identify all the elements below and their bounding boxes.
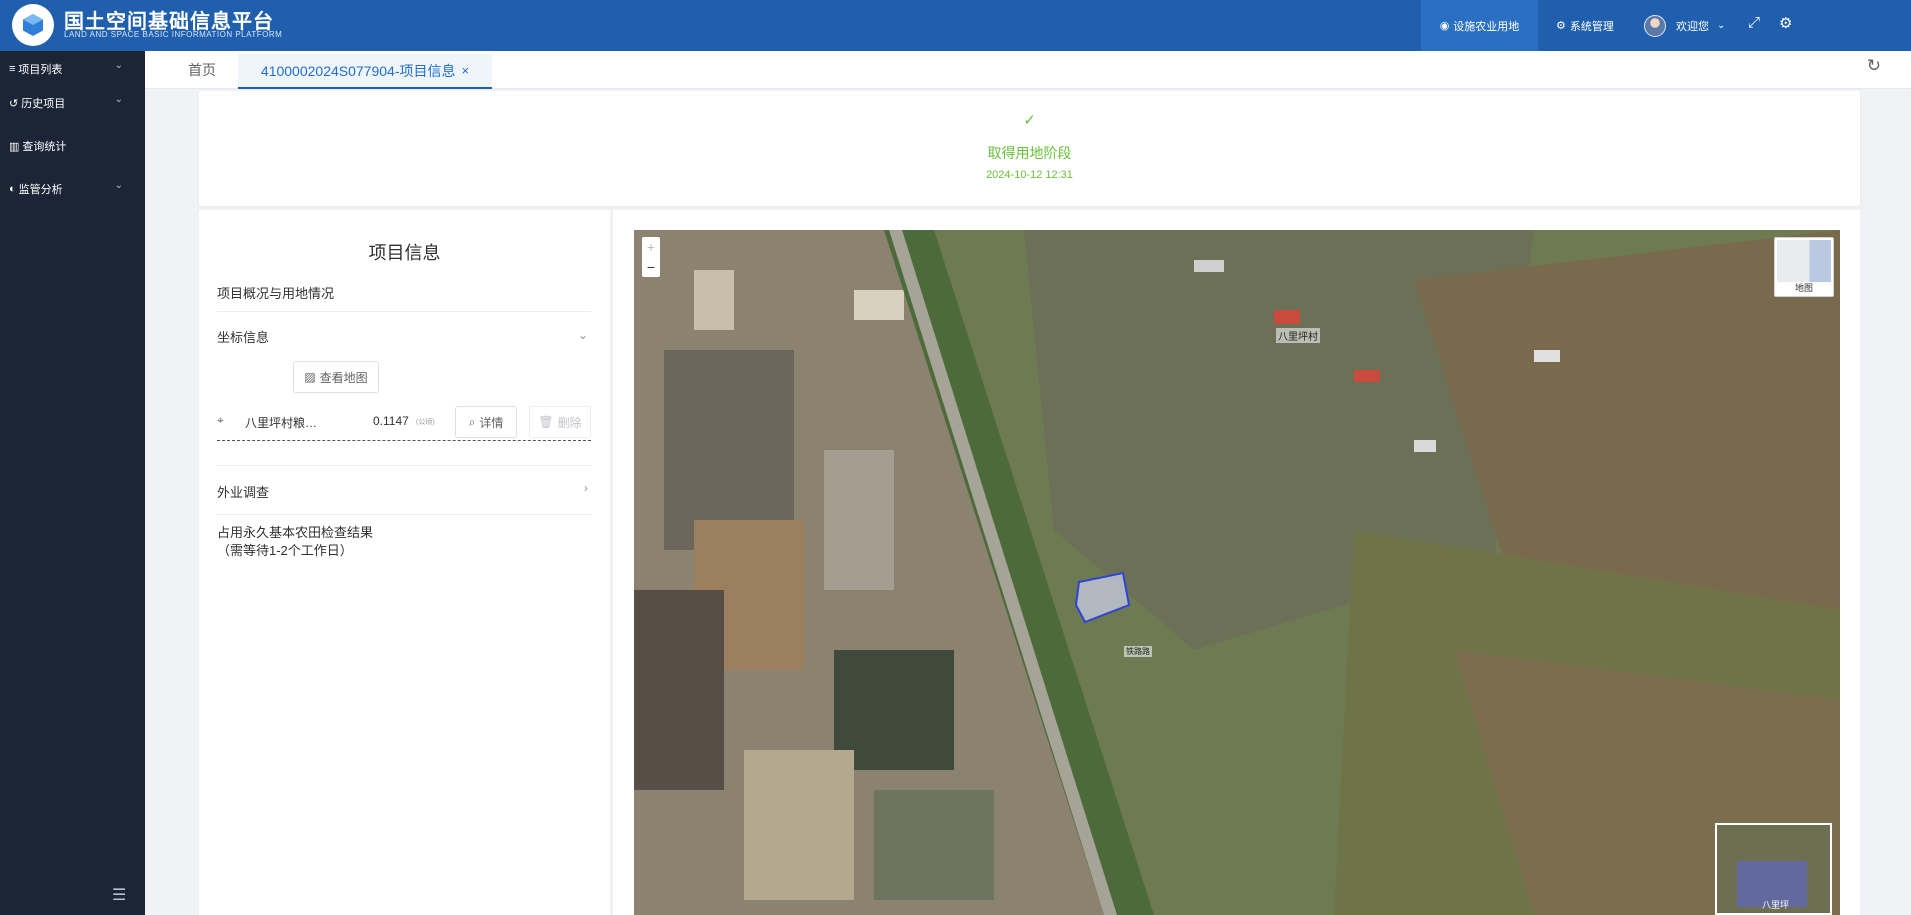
brand-subtitle: LAND AND SPACE BASIC INFORMATION PLATFOR… <box>64 30 283 39</box>
basemap-thumbnail <box>1777 240 1831 282</box>
fullscreen-icon[interactable]: ⤢ <box>1748 14 1760 31</box>
sidebar-item-supervision[interactable]: ◐ 监管分析 ⌄ <box>0 174 145 204</box>
logo <box>12 4 54 46</box>
nav-facility-agri-land[interactable]: ◉ 设施农业用地 <box>1421 0 1538 51</box>
nav-system-management[interactable]: ⚙ 系统管理 <box>1556 0 1614 51</box>
road-map-label: 铁路路 <box>1124 646 1152 657</box>
detail-button[interactable]: ⌕ 详情 <box>455 406 517 438</box>
close-icon[interactable]: × <box>461 63 469 78</box>
parcel-area-unit: (公顷) <box>416 419 435 426</box>
delete-button[interactable]: 🗑 删除 <box>529 406 591 438</box>
parcel-area: 0.1147 <box>373 414 409 428</box>
farmland-check-title: 占用永久基本农田检查结果 <box>217 525 374 540</box>
overview-map[interactable]: 八里坪 <box>1715 823 1832 915</box>
list-icon: ≡ <box>9 63 16 75</box>
project-info-panel: 项目信息 项目概况与用地情况 坐标信息 ⌄ ▨ 查看地图 ⌖ 八里坪村粮… 0.… <box>199 210 610 915</box>
collapse-sidebar-icon[interactable]: ☰ <box>112 885 126 905</box>
view-map-button[interactable]: ▨ 查看地图 <box>293 361 379 393</box>
history-icon: ↺ <box>9 97 19 110</box>
cogs-icon: ⚙ <box>1556 20 1566 32</box>
chevron-right-icon[interactable]: › <box>584 481 588 495</box>
sidebar: ≡ 项目列表 ⌄ ↺ 历史项目 ⌄ ▥ 查询统计 ◐ 监管分析 ⌄ ☰ <box>0 51 145 915</box>
parcel-name: 八里坪村粮… <box>245 416 318 430</box>
zoom-controls: + − <box>642 237 660 277</box>
gear-icon: ◉ <box>1439 20 1450 32</box>
chevron-down-icon: ⌄ <box>114 94 123 105</box>
search-icon: ⌕ <box>468 414 476 429</box>
location-pin-icon: ⌖ <box>217 413 224 427</box>
image-icon: ▨ <box>304 370 316 384</box>
field-survey-section[interactable]: 外业调查 <box>217 482 269 501</box>
map-imagery <box>634 230 1840 915</box>
farmland-check-note: （需等待1-2个工作日） <box>217 543 353 558</box>
refresh-icon[interactable]: ↻ <box>1867 56 1881 76</box>
tab-project-info[interactable]: 4100002024S077904-项目信息 × <box>238 54 492 89</box>
panel-title: 项目信息 <box>368 243 441 263</box>
overview-section[interactable]: 项目概况与用地情况 <box>217 283 334 302</box>
chevron-down-icon: ⌄ <box>114 180 123 191</box>
divider <box>217 514 591 515</box>
avatar <box>1644 14 1666 37</box>
chevron-down-icon: ⌄ <box>1717 20 1726 31</box>
chevron-down-icon[interactable]: ⌄ <box>578 328 588 342</box>
monitor-icon: ◐ <box>9 183 16 195</box>
stage-status-card: ✓ 取得用地阶段 2024-10-12 12:31 <box>199 91 1860 206</box>
chevron-down-icon: ⌄ <box>114 60 123 71</box>
tab-bar: 首页 4100002024S077904-项目信息 × ↻ <box>145 51 1911 89</box>
satellite-map[interactable]: 八里坪村 铁路路 + − 地图 八里坪 <box>634 230 1840 915</box>
village-map-label: 八里坪村 <box>1276 328 1320 343</box>
divider <box>217 465 591 466</box>
dashed-divider <box>217 440 591 441</box>
chart-icon: ▥ <box>9 140 20 153</box>
tab-home[interactable]: 首页 <box>188 51 216 89</box>
basemap-switcher[interactable]: 地图 <box>1774 237 1834 297</box>
stage-label: 取得用地阶段 <box>987 145 1072 161</box>
top-header: 国土空间基础信息平台 LAND AND SPACE BASIC INFORMAT… <box>0 0 1911 51</box>
settings-icon[interactable]: ⚙ <box>1779 14 1792 32</box>
sidebar-item-query-stats[interactable]: ▥ 查询统计 <box>0 131 145 161</box>
trash-icon: 🗑 <box>538 415 554 429</box>
stage-time: 2024-10-12 12:31 <box>986 169 1073 181</box>
sidebar-item-project-list[interactable]: ≡ 项目列表 ⌄ <box>0 54 145 84</box>
sidebar-item-history[interactable]: ↺ 历史项目 ⌄ <box>0 88 145 118</box>
check-icon: ✓ <box>1023 112 1036 129</box>
user-menu[interactable]: 欢迎您 ⌄ <box>1644 0 1725 51</box>
coords-section-header[interactable]: 坐标信息 <box>217 327 269 346</box>
zoom-out-button[interactable]: − <box>642 257 660 277</box>
zoom-in-button[interactable]: + <box>642 237 660 257</box>
divider <box>217 311 591 312</box>
